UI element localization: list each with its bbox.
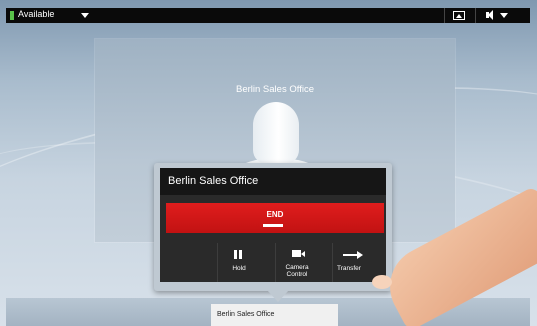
camera-control-label: Camera Control [285, 264, 309, 278]
popup-title: Berlin Sales Office [168, 175, 259, 187]
presence-label[interactable]: Available [18, 9, 54, 19]
end-call-button[interactable]: END [166, 203, 384, 233]
end-call-icon [263, 224, 283, 227]
fingertip [372, 275, 392, 289]
hold-button[interactable]: Hold [217, 243, 260, 282]
screen: Available Berlin Sales Office Berlin Sal… [0, 0, 537, 326]
presence-indicator [10, 11, 14, 20]
camera-control-button[interactable]: Camera Control [275, 243, 318, 282]
status-bar: Available [6, 8, 530, 23]
transfer-label: Transfer [337, 265, 361, 272]
transfer-arrow-icon [343, 251, 363, 259]
active-call-label: Berlin Sales Office [217, 311, 275, 318]
chevron-down-icon[interactable] [81, 13, 89, 18]
chevron-down-icon [500, 13, 508, 18]
camera-icon [292, 250, 305, 257]
popup-header: Berlin Sales Office [160, 168, 386, 195]
image-icon [453, 11, 465, 20]
call-actions: Hold Camera Control Transfer [160, 243, 386, 282]
volume-button[interactable] [478, 8, 518, 23]
remote-name-label: Berlin Sales Office [236, 84, 314, 95]
person-silhouette-head [253, 102, 299, 164]
popup-body: END Hold Camera Control Transfer [160, 195, 386, 282]
transfer-button[interactable]: Transfer [332, 243, 375, 282]
pause-icon [234, 250, 237, 259]
speaker-icon [486, 10, 493, 20]
call-control-popup: Berlin Sales Office END Hold Camera Cont… [154, 163, 392, 291]
end-call-label: END [266, 210, 284, 219]
popup-pointer [267, 290, 289, 302]
active-call-tab[interactable]: Berlin Sales Office [211, 304, 338, 326]
selfview-button[interactable] [444, 8, 476, 23]
hold-label: Hold [232, 265, 246, 272]
